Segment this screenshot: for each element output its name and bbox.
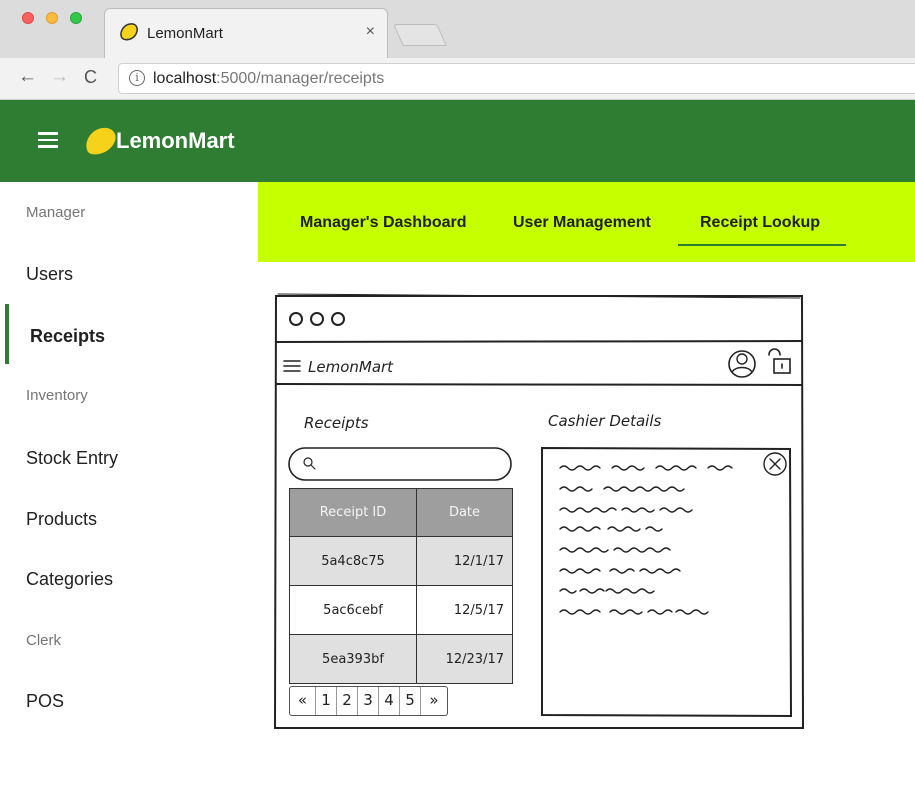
pager-page: 4 — [379, 687, 400, 715]
minimize-window-button[interactable] — [46, 12, 58, 24]
sidebar-item-products[interactable]: Products — [26, 509, 97, 530]
active-indicator — [5, 304, 9, 364]
close-window-button[interactable] — [22, 12, 34, 24]
tab-close-icon[interactable]: × — [366, 23, 375, 41]
pager-page: 5 — [400, 687, 421, 715]
app-toolbar: LemonMart — [0, 100, 915, 182]
receipt-date-cell: 12/5/17 — [416, 585, 513, 635]
table-row: 5a4c8c75 12/1/17 — [289, 536, 513, 586]
receipt-date-cell: 12/23/17 — [416, 634, 513, 684]
sidebar-item-receipts[interactable]: Receipts — [30, 326, 105, 347]
mockup-receipts-table: Receipt ID Date 5a4c8c75 12/1/17 5ac6ceb… — [289, 488, 513, 684]
menu-icon[interactable] — [38, 132, 58, 148]
receipt-id-cell: 5a4c8c75 — [289, 536, 417, 586]
lemon-logo-icon[interactable] — [84, 126, 118, 156]
table-header-row: Receipt ID Date — [289, 488, 513, 537]
sidebar-item-stock-entry[interactable]: Stock Entry — [26, 448, 118, 469]
forward-arrow-icon[interactable]: → — [50, 66, 69, 88]
tab-managers-dashboard[interactable]: Manager's Dashboard — [300, 214, 467, 232]
column-header-receipt-id: Receipt ID — [289, 488, 417, 537]
mockup-unlock-icon — [768, 348, 781, 356]
url-path: :5000/manager/receipts — [216, 70, 385, 87]
active-tab-underline — [678, 244, 846, 246]
tab-user-management[interactable]: User Management — [513, 214, 651, 232]
pager-page: 2 — [337, 687, 358, 715]
pager-page: 3 — [358, 687, 379, 715]
sidebar-item-categories[interactable]: Categories — [26, 569, 113, 590]
mockup-details-box — [541, 446, 793, 718]
mockup-search-input — [288, 447, 512, 481]
browser-tab-strip: LemonMart × — [0, 0, 915, 58]
receipt-date-cell: 12/1/17 — [416, 536, 513, 586]
table-row: 5ea393bf 12/23/17 — [289, 634, 513, 684]
mockup-circle-icon — [331, 312, 345, 326]
new-tab-button[interactable] — [393, 24, 447, 46]
receipt-id-cell: 5ac6cebf — [289, 585, 417, 635]
mockup-circle-icon — [289, 312, 303, 326]
table-row: 5ac6cebf 12/5/17 — [289, 585, 513, 635]
mockup-cashier-heading: Cashier Details — [548, 412, 662, 430]
url-input[interactable]: i localhost:5000/manager/receipts — [118, 63, 915, 94]
pager-first: « — [290, 687, 316, 715]
tab-bar: Manager's Dashboard User Management Rece… — [258, 182, 915, 262]
column-header-date: Date — [416, 488, 513, 537]
app-title[interactable]: LemonMart — [116, 128, 235, 154]
mockup-titlebar-divider — [275, 340, 803, 343]
mockup-brand: LemonMart — [308, 358, 394, 376]
maximize-window-button[interactable] — [70, 12, 82, 24]
mockup-scribble-text — [559, 465, 733, 615]
sidebar-header-clerk: Clerk — [26, 632, 62, 649]
receipt-id-cell: 5ea393bf — [289, 634, 417, 684]
tab-receipt-lookup[interactable]: Receipt Lookup — [700, 214, 820, 232]
mockup-circle-icon — [310, 312, 324, 326]
sidebar: Manager Users Receipts Inventory Stock E… — [0, 182, 258, 792]
reload-icon[interactable]: C — [84, 67, 97, 88]
back-arrow-icon[interactable]: ← — [18, 66, 37, 88]
mockup-toolbar-divider — [275, 383, 803, 386]
pager-page: 1 — [316, 687, 337, 715]
mockup-pagination: « 1 2 3 4 5 » — [289, 686, 448, 716]
sidebar-item-pos[interactable]: POS — [26, 691, 64, 712]
lemon-favicon-icon — [120, 23, 138, 41]
mockup-menu-icon — [283, 360, 301, 372]
tab-title: LemonMart — [147, 25, 223, 42]
info-icon[interactable]: i — [129, 70, 145, 86]
sidebar-header-inventory: Inventory — [26, 387, 88, 404]
browser-tab[interactable]: LemonMart × — [104, 8, 388, 58]
pager-last: » — [429, 691, 439, 709]
sidebar-header-manager: Manager — [26, 204, 86, 221]
url-host: localhost — [153, 70, 217, 87]
url-text[interactable]: localhost:5000/manager/receipts — [153, 70, 384, 88]
address-bar: ← → C i localhost:5000/manager/receipts — [0, 58, 915, 100]
sidebar-item-users[interactable]: Users — [26, 264, 73, 285]
mockup-receipts-heading: Receipts — [304, 414, 369, 432]
receipt-mockup-image: LemonMart Receipts Cashier Details Recei… — [262, 284, 818, 744]
